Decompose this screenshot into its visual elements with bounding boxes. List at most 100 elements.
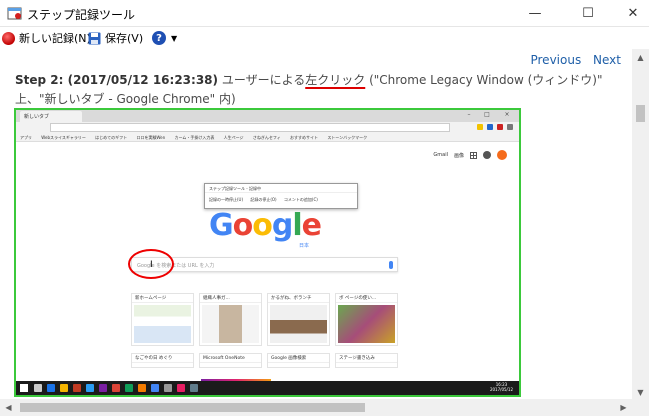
- star-icon: [477, 124, 483, 130]
- scroll-right-icon[interactable]: ▶: [615, 399, 632, 416]
- app-icon: [190, 384, 198, 392]
- bookmark: Webスライスギャラリー: [41, 135, 86, 140]
- avatar: [497, 150, 507, 160]
- browser-window-controls: – □ ×: [459, 110, 519, 122]
- step-screenshot: 新しいタブ – □ × アプリ Webスライスギャラリー はじめてのギフト ロロ…: [14, 108, 521, 397]
- toolbar: 新しい記録(N) 保存(V) ? ▼: [0, 27, 649, 49]
- bookmark: はじめてのギフト: [95, 135, 128, 140]
- maximize-button[interactable]: ☐: [565, 0, 611, 27]
- step-navigation: Previous Next: [522, 53, 621, 67]
- tile: ボ ページの使い...: [335, 293, 398, 346]
- browser-close-icon: ×: [504, 111, 510, 118]
- app-icon: [164, 384, 172, 392]
- mini-pause: 記録の一時停止(U): [209, 197, 244, 202]
- floppy-disk-icon: [88, 32, 101, 44]
- windows-taskbar: 16:23 2017/05/12: [16, 381, 519, 395]
- microphone-icon: [389, 261, 393, 269]
- windows-start-icon: [20, 384, 28, 392]
- gmail-link: Gmail: [433, 152, 448, 158]
- vertical-scroll-thumb[interactable]: [636, 105, 645, 122]
- horizontal-scrollbar[interactable]: ◀ ▶: [0, 399, 632, 416]
- bookmark: 人生ページ: [223, 135, 244, 140]
- record-icon: [2, 31, 15, 45]
- scroll-left-icon[interactable]: ◀: [0, 399, 17, 416]
- bookmark: アプリ: [20, 135, 32, 140]
- bookmarks-bar: アプリ Webスライスギャラリー はじめてのギフト ロロを実験Wen カーム・手…: [16, 133, 519, 142]
- bookmark: さねぎんセフィ: [252, 135, 281, 140]
- clock-date: 2017/05/12: [489, 387, 513, 392]
- tile: Google 画像検索: [267, 353, 330, 368]
- app-icon: [151, 384, 159, 392]
- previous-link[interactable]: Previous: [530, 53, 581, 67]
- bookmark: おすすめサイト: [290, 135, 319, 140]
- browser-minimize-icon: –: [467, 111, 471, 118]
- chrome-icon: [112, 384, 120, 392]
- mini-comment: コメントの追加(C): [283, 197, 318, 202]
- window-title: ステップ記録ツール: [27, 8, 136, 22]
- scroll-up-icon[interactable]: ▲: [632, 49, 649, 66]
- google-top-links: Gmail 画像: [433, 150, 507, 160]
- tile: かるがね、ボランチ: [267, 293, 330, 346]
- text-cursor-icon: I: [150, 260, 153, 270]
- apps-grid-icon: [470, 151, 477, 159]
- browser-extension-icons: [477, 124, 513, 130]
- notification-icon: [483, 151, 491, 159]
- title-bar: ステップ記録ツール — ☐ ✕: [0, 0, 649, 27]
- app-icon: [177, 384, 185, 392]
- extension-icon: [487, 124, 493, 130]
- next-link[interactable]: Next: [593, 53, 621, 67]
- minimize-button[interactable]: —: [512, 0, 558, 27]
- task-view-icon: [47, 384, 55, 392]
- app-icon: [73, 384, 81, 392]
- help-button[interactable]: ? ▼: [152, 29, 177, 47]
- step-description-continued: 上、"新しいタブ - Google Chrome" 内): [15, 92, 236, 106]
- mini-steps-recorder: ステップ記録ツール - 記録中 記録の一時停止(U) 記録の停止(O) コメント…: [204, 183, 358, 209]
- scrollbar-corner: [632, 399, 649, 416]
- save-button[interactable]: 保存(V): [88, 29, 143, 47]
- step-description: Step 2: (2017/05/12 16:23:38) ユーザーによる左クリ…: [15, 71, 603, 88]
- step-action: 左クリック: [305, 73, 366, 87]
- bookmark: ロロを実験Wen: [136, 135, 166, 140]
- tile: なごやの日 めぐり: [131, 353, 194, 368]
- bookmark: カーム・手掛け入力表: [174, 135, 215, 140]
- tile: 新ホームページ: [131, 293, 194, 346]
- browser-tab: 新しいタブ: [20, 111, 82, 122]
- chevron-down-icon: ▼: [171, 33, 178, 43]
- tile: 組織人事ガ...: [199, 293, 262, 346]
- new-record-label: 新しい記録(N): [19, 32, 91, 45]
- mini-stop: 記録の停止(O): [250, 197, 277, 202]
- menu-icon: [507, 124, 513, 130]
- horizontal-scroll-thumb[interactable]: [20, 403, 365, 412]
- close-button[interactable]: ✕: [610, 0, 649, 27]
- step-header: Step 2: (2017/05/12 16:23:38): [15, 73, 219, 87]
- google-logo: Google: [209, 208, 322, 243]
- mini-recorder-buttons: 記録の一時停止(U) 記録の停止(O) コメントの追加(C): [205, 193, 357, 207]
- taskbar-icons: [34, 384, 198, 392]
- steps-recorder-icon: [7, 7, 22, 20]
- tile: Microsoft OneNote: [199, 353, 262, 368]
- mini-recorder-title: ステップ記録ツール - 記録中: [205, 184, 357, 193]
- extension-icon: [497, 124, 503, 130]
- app-icon: [86, 384, 94, 392]
- bookmark: ストーンバックマーク: [327, 135, 368, 140]
- folder-icon: [60, 384, 68, 392]
- tile: ステージ書き込み: [335, 353, 398, 368]
- step-text-before: ユーザーによる: [218, 73, 306, 87]
- google-region-label: 日本: [299, 243, 310, 249]
- help-icon: ?: [152, 31, 166, 45]
- vertical-scrollbar[interactable]: ▲ ▼: [632, 49, 649, 401]
- new-record-button[interactable]: 新しい記録(N): [2, 29, 91, 47]
- save-label: 保存(V): [105, 32, 144, 45]
- step-text-after: ("Chrome Legacy Window (ウィンドウ)": [365, 73, 603, 87]
- recording-content: Previous Next Step 2: (2017/05/12 16:23:…: [0, 49, 632, 401]
- browser-toolbar: [16, 122, 519, 133]
- images-link: 画像: [453, 152, 464, 159]
- browser-tab-bar: 新しいタブ – □ ×: [16, 110, 519, 122]
- app-icon: [138, 384, 146, 392]
- browser-maximize-icon: □: [484, 111, 490, 118]
- taskbar-clock: 16:23 2017/05/12: [490, 382, 513, 392]
- app-icon: [99, 384, 107, 392]
- app-icon: [125, 384, 133, 392]
- browser-address-bar: [50, 123, 450, 132]
- search-icon: [34, 384, 42, 392]
